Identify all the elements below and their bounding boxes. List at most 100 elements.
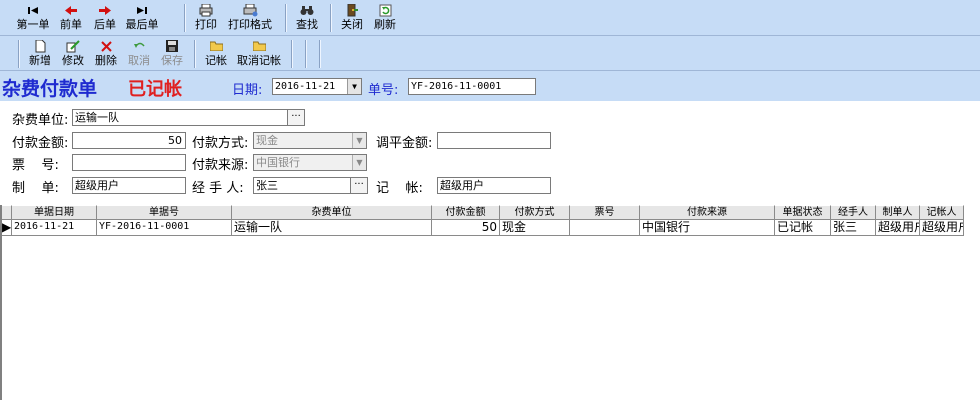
prev-record-button[interactable]: 前单	[56, 3, 86, 33]
method-value: 现金	[256, 134, 278, 147]
records-table[interactable]: 单据日期 单据号 杂费单位 付款金额 付款方式 票号 付款来源 单据状态 经手人…	[0, 205, 980, 400]
toolbar-separator	[305, 40, 307, 68]
toolbar-separator	[319, 40, 321, 68]
toolbar-separator	[291, 40, 293, 68]
folder-icon	[251, 39, 267, 53]
document-number-value: YF-2016-11-0001	[411, 81, 502, 92]
handler-value: 张三	[256, 179, 278, 192]
save-button[interactable]: 保存	[159, 39, 185, 69]
column-header[interactable]: 经手人	[831, 205, 876, 220]
toolbar-separator	[184, 4, 186, 32]
number-label: 单号:	[368, 83, 399, 98]
first-record-button[interactable]: 第一单	[14, 3, 52, 33]
chevron-down-icon[interactable]: ▼	[352, 155, 366, 170]
unpost-button[interactable]: 取消记帐	[236, 39, 282, 69]
handler-browse-button[interactable]: ···	[350, 177, 368, 194]
source-select[interactable]: 中国银行 ▼	[253, 154, 367, 171]
document-header: 杂费付款单 已记帐 日期: 2016-11-21 ▼ 单号: YF-2016-1…	[0, 71, 980, 101]
binoculars-icon	[299, 3, 315, 17]
date-label: 日期:	[232, 83, 263, 98]
amount-label: 付款金额:	[12, 136, 69, 151]
toolbar-separator	[285, 4, 287, 32]
chevron-down-icon[interactable]: ▼	[352, 133, 366, 148]
refresh-icon	[377, 3, 393, 17]
table-cell[interactable]	[570, 220, 640, 236]
current-row-arrow-icon: ▶	[2, 220, 12, 236]
poster-field[interactable]: 超级用户	[437, 177, 551, 194]
table-cell[interactable]: 超级用户	[876, 220, 920, 236]
new-document-icon	[32, 39, 48, 53]
print-button[interactable]: 打印	[193, 3, 219, 33]
column-header[interactable]: 票号	[570, 205, 640, 220]
edit-button[interactable]: 修改	[60, 39, 86, 69]
close-button[interactable]: 关闭	[339, 3, 365, 33]
payment-form: 杂费单位: 运输一队 ··· 付款金额: 50 付款方式: 现金 ▼ 调平金额:…	[0, 101, 980, 204]
first-record-icon	[25, 3, 41, 17]
amount-field[interactable]: 50	[72, 132, 186, 149]
prev-record-icon	[63, 3, 79, 17]
table-cell[interactable]: 张三	[831, 220, 876, 236]
column-header[interactable]: 单据状态	[775, 205, 831, 220]
source-label: 付款来源:	[192, 158, 249, 173]
next-record-icon	[97, 3, 113, 17]
find-button[interactable]: 查找	[294, 3, 320, 33]
chevron-down-icon[interactable]: ▼	[347, 79, 361, 94]
poster-label: 记 帐:	[376, 181, 423, 196]
unit-field[interactable]: 运输一队	[72, 109, 288, 126]
refresh-button[interactable]: 刷新	[372, 3, 398, 33]
table-cell[interactable]: 已记帐	[775, 220, 831, 236]
post-button[interactable]: 记帐	[203, 39, 229, 69]
new-button[interactable]: 新增	[27, 39, 53, 69]
cancel-button[interactable]: 取消	[126, 39, 152, 69]
main-toolbar: 第一单 前单 后单 最后单 打印 打印格式 查找 关闭 刷新	[0, 0, 980, 36]
printer-icon	[198, 3, 214, 17]
close-door-icon	[344, 3, 360, 17]
ticket-label: 票 号:	[12, 158, 59, 173]
column-header[interactable]: 付款金额	[432, 205, 500, 220]
maker-value: 超级用户	[75, 179, 119, 192]
maker-label: 制 单:	[12, 181, 59, 196]
last-record-button[interactable]: 最后单	[122, 3, 162, 33]
column-header[interactable]: 付款来源	[640, 205, 775, 220]
table-cell[interactable]: 运输一队	[232, 220, 432, 236]
status-badge: 已记帐	[128, 79, 182, 100]
maker-field[interactable]: 超级用户	[72, 177, 186, 194]
undo-icon	[131, 39, 147, 53]
table-row[interactable]: ▶ 2016-11-21 YF-2016-11-0001 运输一队 50 现金 …	[2, 220, 964, 236]
table-cell[interactable]: 中国银行	[640, 220, 775, 236]
handler-field[interactable]: 张三	[253, 177, 351, 194]
table-cell[interactable]: 现金	[500, 220, 570, 236]
poster-value: 超级用户	[440, 179, 484, 192]
folder-icon	[208, 39, 224, 53]
delete-x-icon	[98, 39, 114, 53]
column-header[interactable]: 记帐人	[920, 205, 964, 220]
table-cell[interactable]: 2016-11-21	[12, 220, 97, 236]
delete-button[interactable]: 删除	[93, 39, 119, 69]
column-header[interactable]: 单据号	[97, 205, 232, 220]
source-value: 中国银行	[256, 156, 300, 169]
date-picker[interactable]: 2016-11-21 ▼	[272, 78, 362, 95]
unit-label: 杂费单位:	[12, 113, 69, 128]
print-format-button[interactable]: 打印格式	[226, 3, 274, 33]
last-record-icon	[134, 3, 150, 17]
date-value: 2016-11-21	[275, 81, 336, 92]
column-header[interactable]: 单据日期	[12, 205, 97, 220]
ticket-field[interactable]	[72, 154, 186, 171]
unit-browse-button[interactable]: ···	[287, 109, 305, 126]
table-cell[interactable]: YF-2016-11-0001	[97, 220, 232, 236]
amount-value: 50	[168, 134, 182, 147]
column-header[interactable]: 制单人	[876, 205, 920, 220]
method-select[interactable]: 现金 ▼	[253, 132, 367, 149]
adjust-field[interactable]	[437, 132, 551, 149]
document-number-field[interactable]: YF-2016-11-0001	[408, 78, 536, 95]
next-record-button[interactable]: 后单	[90, 3, 120, 33]
edit-toolbar: 新增 修改 删除 取消 保存 记帐 取消记帐	[0, 36, 980, 71]
column-header[interactable]: 杂费单位	[232, 205, 432, 220]
floppy-disk-icon	[164, 39, 180, 53]
table-cell[interactable]: 超级用户	[920, 220, 964, 236]
handler-label: 经 手 人:	[192, 181, 244, 196]
column-header[interactable]: 付款方式	[500, 205, 570, 220]
toolbar-separator	[330, 4, 332, 32]
table-cell[interactable]: 50	[432, 220, 500, 236]
toolbar-separator	[18, 40, 20, 68]
